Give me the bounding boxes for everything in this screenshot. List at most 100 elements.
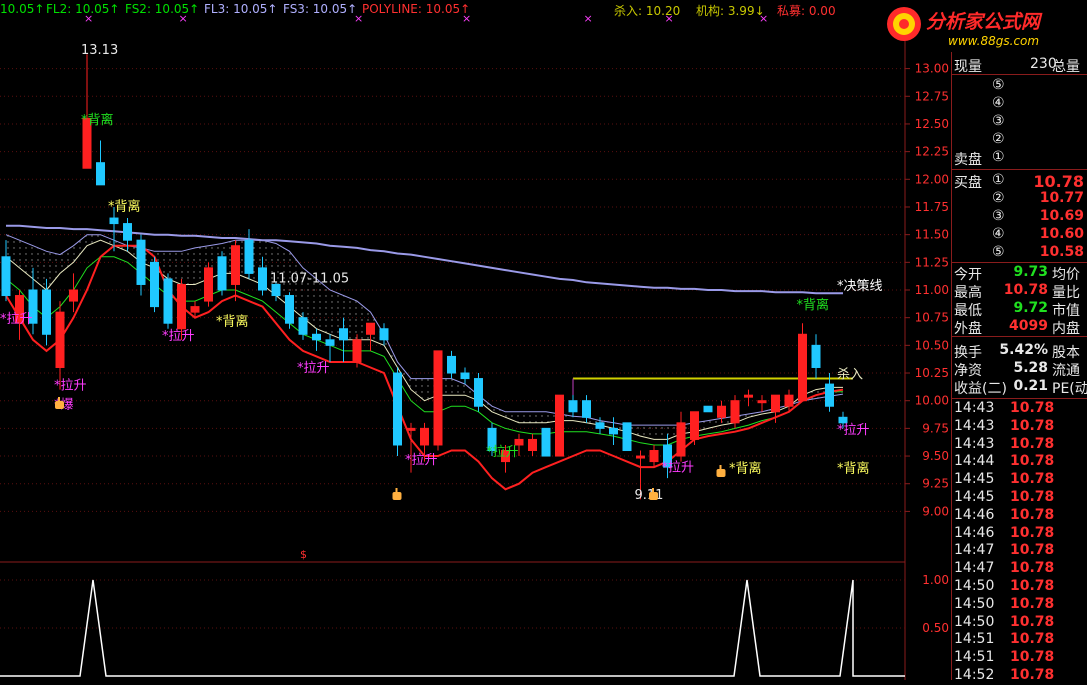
tick-price: 10.78 (1010, 435, 1055, 452)
stat2-row: 净资 5.28 流通 (952, 360, 1087, 379)
tick-time: 14:43 (954, 435, 995, 452)
tick-time: 14:50 (954, 613, 995, 630)
volume-total-label: 总量 (1052, 59, 1080, 75)
chart-annotation: *拉升 (837, 423, 870, 438)
tick-time: 14:45 (954, 489, 995, 505)
tick-time: 14:51 (954, 631, 995, 648)
tick-price: 10.78 (1010, 649, 1055, 666)
y-tick-label: 10.00 (915, 394, 949, 408)
stat2-value: 0.21 (1013, 378, 1048, 394)
chart-annotation: *拉升 (54, 379, 87, 394)
tick-price: 10.78 (1010, 595, 1055, 612)
ask-level: ③ (992, 113, 1005, 129)
tick-row: 14:50 10.78 (952, 578, 1087, 596)
chart-annotation: 13.13 (81, 43, 118, 58)
tick-price: 10.78 (1010, 489, 1055, 505)
chart-annotation: *拉升 (486, 445, 519, 460)
candle-down (163, 278, 173, 324)
tick-row: 14:51 10.78 (952, 649, 1087, 667)
candle-down (568, 400, 578, 413)
candle-down (109, 217, 119, 225)
logo-url: www.88gs.com (948, 34, 1040, 48)
candle-up (636, 455, 645, 459)
bid-level: ① (992, 172, 1005, 188)
tick-price: 10.78 (1010, 453, 1055, 470)
bid-row: ⑤ 10.58 (952, 244, 1087, 262)
y-tick-label: 9.75 (922, 421, 949, 435)
bid-label: 买盘 (954, 175, 982, 191)
panel-divider (952, 74, 1087, 75)
candle-down (96, 162, 105, 186)
tick-price: 10.78 (1010, 613, 1055, 630)
candle-up (676, 422, 686, 457)
candle-down (298, 317, 308, 335)
tick-row: 14:52 10.78 (952, 667, 1087, 685)
stat-label-2: 内盘 (1052, 321, 1080, 337)
candle-down (825, 383, 834, 407)
candle-down (123, 223, 132, 241)
stat2-label-2: PE(动 (1052, 381, 1087, 397)
candle-up (406, 427, 416, 431)
stat2-label: 收益(二) (954, 381, 1007, 397)
stock-chart[interactable]: 13.00 12.75 12.50 12.25 12.00 11.75 11.50 11.25… (0, 0, 951, 680)
stat-label-2: 均价 (1052, 267, 1080, 283)
candle-down (325, 339, 335, 346)
cross-marker: × (354, 12, 363, 25)
candle-up (757, 400, 767, 404)
cross-marker: × (759, 12, 768, 25)
candle-down (244, 239, 254, 274)
cross-marker: × (462, 12, 471, 25)
stat-label: 今开 (954, 267, 982, 283)
candle-down (42, 289, 51, 335)
candle-down (379, 328, 389, 341)
tick-row: 14:43 10.78 (952, 400, 1087, 418)
tick-row: 14:43 10.78 (952, 436, 1087, 454)
stat-label: 外盘 (954, 321, 982, 337)
y-tick-label: 10.75 (915, 311, 949, 325)
bid-level: ⑤ (992, 244, 1005, 260)
candle-down (393, 372, 402, 446)
volume-row: 现量 230 总量 (952, 56, 1087, 75)
candle-down (541, 427, 551, 457)
chart-annotation: *背离 (837, 461, 870, 477)
tick-price: 10.78 (1010, 560, 1055, 577)
tick-price: 10.78 (1010, 400, 1055, 416)
stat2-label-2: 股本 (1052, 345, 1080, 361)
bid-price: 10.78 (1033, 172, 1084, 191)
tick-price: 10.78 (1010, 542, 1055, 559)
candle-down (622, 422, 632, 452)
bid-price: 10.77 (1039, 190, 1084, 206)
candle-up (771, 394, 780, 413)
candle-down (811, 344, 821, 368)
y-tick-label: 13.00 (915, 62, 949, 76)
tick-time: 14:47 (954, 542, 995, 559)
site-logo: 分析家公式网 www.88gs.com (878, 0, 1087, 52)
tick-time: 14:50 (954, 578, 995, 594)
cross-marker: × (84, 12, 93, 25)
candle-down (703, 405, 713, 413)
candle-down (285, 295, 294, 324)
stat-label-2: 市值 (1052, 303, 1080, 319)
tick-time: 14:52 (954, 667, 995, 683)
candle-up (55, 311, 65, 368)
candle-up (744, 394, 753, 398)
sub-y-tick-label: 0.50 (922, 621, 949, 635)
y-tick-label: 11.00 (915, 283, 949, 297)
cross-marker: × (584, 12, 593, 25)
tick-price: 10.78 (1010, 524, 1055, 541)
tick-row: 14:45 10.78 (952, 489, 1087, 507)
stat2-value: 5.42% (999, 342, 1048, 358)
ask-level: ⑤ (992, 77, 1005, 93)
panel-divider (952, 398, 1087, 399)
candle-down (258, 267, 267, 291)
tick-row: 14:47 10.78 (952, 560, 1087, 578)
chart-annotation: 11.07-11.05 (270, 271, 349, 286)
tick-time: 14:43 (954, 417, 995, 434)
y-tick-label: 11.50 (915, 228, 949, 242)
stat-label: 最低 (954, 303, 982, 319)
stat2-label-2: 流通 (1052, 363, 1080, 379)
stat2-label: 换手 (954, 345, 982, 361)
stat-value: 4099 (1009, 318, 1048, 334)
hand-icon (716, 465, 726, 477)
ask-label: 卖盘 (954, 152, 982, 168)
